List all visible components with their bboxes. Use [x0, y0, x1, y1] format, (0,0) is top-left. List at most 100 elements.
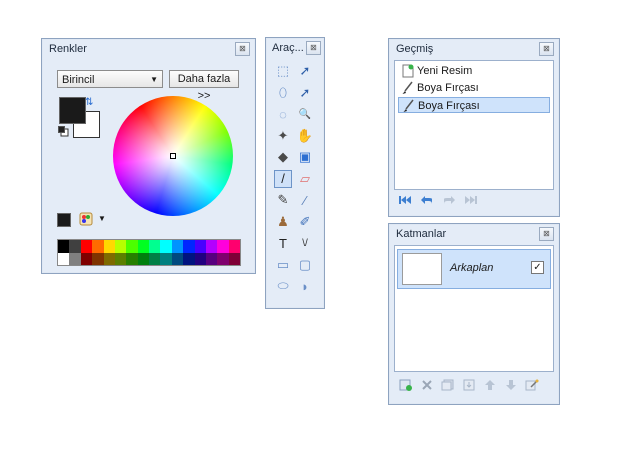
paintbrush-icon[interactable]: / — [274, 169, 292, 188]
tools-window: Araç... ⊠ ⬚ ➚ ⬯ ➚ ◌ 🔍 ✦ ✋ ◆ ▣ / ▱ ✎ ⁄ ♟ ✐ T \/▭ ▢ ⬭ ◗ — [265, 37, 325, 309]
ellipse-shape-icon[interactable]: ⬭ — [274, 277, 292, 295]
delete-layer-icon[interactable] — [420, 379, 434, 391]
color-mode-value: Birincil — [62, 74, 95, 86]
move-selected-pixels-icon[interactable]: ➚ — [296, 62, 314, 80]
layers-window: Katmanlar ⊠ Arkaplan ✓ — [388, 223, 560, 405]
history-list: Yeni Resim Boya Fırçası Boya Fırçası — [394, 60, 554, 190]
palette-swatch[interactable] — [126, 252, 138, 265]
clone-stamp-icon[interactable]: ♟ — [274, 213, 292, 231]
duplicate-layer-icon[interactable] — [441, 379, 455, 391]
history-item-paintbrush-selected[interactable]: Boya Fırçası — [398, 97, 550, 113]
palette-swatch[interactable] — [171, 252, 184, 265]
layers-close-button[interactable]: ⊠ — [539, 227, 554, 241]
palette-swatch[interactable] — [149, 252, 161, 265]
color-mode-select[interactable]: Birincil ▼ — [57, 70, 163, 88]
zoom-icon[interactable]: 🔍 — [296, 105, 314, 123]
palette-menu-chevron-icon[interactable]: ▼ — [98, 214, 106, 223]
palette-swatch[interactable] — [69, 252, 81, 265]
palette-swatch[interactable] — [126, 240, 138, 253]
history-item-label: Boya Fırçası — [418, 100, 480, 112]
rectangle-select-tool-icon[interactable]: ⬚ — [274, 62, 292, 80]
history-item-label: Boya Fırçası — [417, 82, 479, 94]
tools-close-button[interactable]: ⊠ — [306, 41, 321, 55]
palette-swatch[interactable] — [137, 240, 149, 253]
colors-window: Renkler ⊠ Birincil ▼ Daha fazla >> ⇅ ▼ — [41, 38, 256, 274]
palette-swatch[interactable] — [58, 240, 70, 253]
rectangle-shape-icon[interactable]: ▭ — [274, 256, 292, 274]
palette-swatch[interactable] — [92, 252, 104, 265]
gradient-icon[interactable]: ▣ — [296, 148, 314, 166]
primary-color-swatch[interactable] — [59, 97, 86, 124]
colors-close-button[interactable]: ⊠ — [235, 42, 250, 56]
palette-swatch[interactable] — [228, 252, 240, 265]
palette-swatch[interactable] — [160, 240, 172, 253]
palette-swatch[interactable] — [194, 252, 206, 265]
palette-swatch[interactable] — [114, 240, 127, 253]
move-layer-up-icon[interactable] — [483, 379, 497, 391]
palette-swatch[interactable] — [80, 240, 93, 253]
layer-visibility-checkbox[interactable]: ✓ — [531, 261, 544, 274]
palette-swatch[interactable] — [194, 240, 206, 253]
color-wheel[interactable] — [113, 96, 233, 216]
history-item-new-image[interactable]: Yeni Resim — [398, 63, 550, 79]
color-palette[interactable] — [57, 239, 241, 266]
palette-swatch[interactable] — [69, 240, 81, 253]
history-item-label: Yeni Resim — [417, 65, 473, 77]
move-selection-icon[interactable]: ➚ — [296, 84, 314, 102]
chevron-down-icon: ▼ — [150, 75, 158, 84]
palette-swatch[interactable] — [114, 252, 127, 265]
palette-swatch[interactable] — [92, 240, 104, 253]
palette-swatch[interactable] — [171, 240, 184, 253]
redo-icon[interactable] — [442, 194, 456, 206]
palette-swatch[interactable] — [149, 240, 161, 253]
swap-colors-icon[interactable]: ⇅ — [85, 97, 93, 108]
pencil-icon[interactable]: ✎ — [274, 191, 292, 209]
palette-swatch[interactable] — [228, 240, 240, 253]
rounded-rectangle-icon[interactable]: ▢ — [296, 256, 314, 274]
palette-swatch[interactable] — [205, 240, 218, 253]
recolor-icon[interactable]: ✐ — [296, 213, 314, 231]
history-window: Geçmiş ⊠ Yeni Resim Boya Fırçası Boya Fı… — [388, 38, 560, 217]
move-layer-down-icon[interactable] — [504, 379, 518, 391]
layer-row-background[interactable]: Arkaplan ✓ — [397, 249, 551, 289]
palette-swatch[interactable] — [217, 240, 229, 253]
rewind-icon[interactable] — [398, 194, 412, 206]
history-window-title: Geçmiş — [396, 43, 434, 55]
merge-layer-down-icon[interactable] — [462, 379, 476, 391]
fast-forward-icon[interactable] — [464, 194, 478, 206]
pan-hand-icon[interactable]: ✋ — [296, 127, 314, 145]
eraser-icon[interactable]: ▱ — [296, 170, 314, 188]
history-item-paintbrush[interactable]: Boya Fırçası — [398, 80, 550, 96]
line-curve-icon[interactable]: \/ — [296, 234, 314, 252]
magic-wand-icon[interactable]: ✦ — [274, 127, 292, 145]
undo-icon[interactable] — [420, 194, 434, 206]
layer-thumbnail — [402, 253, 442, 285]
freeform-shape-icon[interactable]: ◗ — [296, 277, 314, 295]
text-icon[interactable]: T — [274, 234, 292, 252]
history-close-button[interactable]: ⊠ — [539, 42, 554, 56]
palette-swatch[interactable] — [103, 252, 115, 265]
palette-icon[interactable] — [79, 212, 93, 226]
add-layer-icon[interactable] — [399, 379, 413, 391]
palette-swatch[interactable] — [205, 252, 218, 265]
palette-swatch[interactable] — [160, 252, 172, 265]
palette-swatch[interactable] — [58, 252, 70, 265]
palette-swatch[interactable] — [80, 252, 93, 265]
paintbrush-icon — [402, 81, 413, 94]
palette-swatch[interactable] — [183, 252, 195, 265]
more-colors-button[interactable]: Daha fazla >> — [169, 70, 239, 102]
add-to-palette-swatch[interactable] — [57, 213, 71, 227]
palette-swatch[interactable] — [217, 252, 229, 265]
reset-colors-icon[interactable] — [58, 126, 69, 137]
palette-swatch[interactable] — [183, 240, 195, 253]
paintbrush-icon — [403, 99, 414, 112]
color-picker-icon[interactable]: ⁄ — [296, 191, 314, 209]
lasso-select-icon[interactable]: ⬯ — [274, 84, 292, 102]
paint-bucket-icon[interactable]: ◆ — [274, 148, 292, 166]
layers-window-title: Katmanlar — [396, 228, 447, 240]
layer-properties-icon[interactable] — [525, 379, 539, 391]
color-wheel-marker[interactable] — [170, 153, 176, 159]
palette-swatch[interactable] — [103, 240, 115, 253]
palette-swatch[interactable] — [137, 252, 149, 265]
ellipse-select-icon[interactable]: ◌ — [274, 105, 292, 123]
